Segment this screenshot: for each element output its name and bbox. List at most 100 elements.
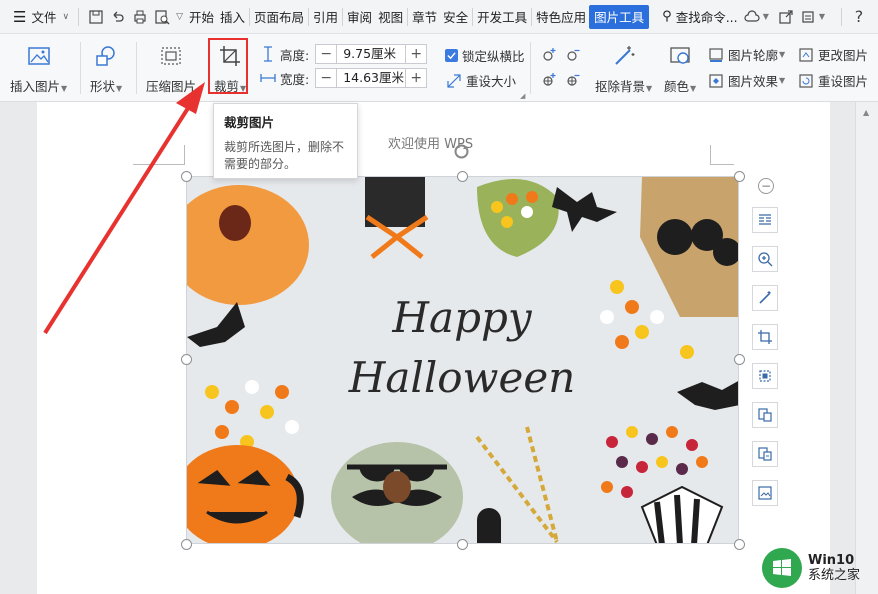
more-image-tools-button[interactable] [752,480,778,506]
header-margin-mark-right [710,145,734,165]
vertical-scrollbar[interactable]: ▲ [855,102,878,594]
divider [249,7,251,26]
watermark-line2: 系统之家 [808,568,861,583]
crop-quick-button[interactable] [752,324,778,350]
image-edit-icon [758,486,772,500]
height-decrease-button[interactable]: − [316,45,336,63]
change-image-button[interactable]: 更改图片 [798,45,868,64]
resize-handle-top[interactable] [457,171,468,182]
contrast-down-icon[interactable] [564,71,582,89]
more-quick-access[interactable]: ▽ [173,5,186,29]
chevron-down-icon: ▼ [779,76,786,85]
halloween-image: Happy Halloween [187,177,738,543]
chevron-down-icon: ▼ [690,84,697,93]
compress-icon [157,42,185,70]
contrast-up-icon[interactable] [540,71,558,89]
image-translate-button[interactable] [752,402,778,428]
tab-page-layout[interactable]: 页面布局 [251,5,307,29]
reset-size-button[interactable]: 重设大小 [446,71,516,90]
image-to-text-button[interactable] [752,363,778,389]
print-preview-icon[interactable] [151,6,173,28]
width-input[interactable]: 14.63厘米 [336,69,407,87]
file-menu[interactable]: ☰ 文件 ∨ [10,5,72,29]
compress-image-button[interactable]: 压缩图片 [146,42,196,95]
change-image-icon [799,47,813,62]
tab-view[interactable]: 视图 [375,5,406,29]
divider [342,7,344,26]
scroll-up-icon[interactable]: ▲ [863,108,869,117]
image-outline-label: 图片轮廓 [728,48,779,63]
width-stepper[interactable]: − 14.63厘米 + [315,68,428,88]
brightness-up-icon[interactable] [540,46,558,64]
resize-handle-left[interactable] [181,354,192,365]
cloud-sync-icon[interactable] [741,6,763,28]
zoom-in-icon [758,252,773,267]
tab-developer[interactable]: 开发工具 [474,5,530,29]
more-options-icon[interactable] [797,6,819,28]
resize-handle-bottom[interactable] [457,539,468,550]
undo-icon[interactable] [107,6,129,28]
tab-special[interactable]: 特色应用 [533,5,589,29]
insert-image-button[interactable]: 插入图片▼ [10,42,67,95]
shape-button[interactable]: 形状▼ [90,42,122,95]
magic-wand-icon [759,291,771,304]
tab-security[interactable]: 安全 [440,5,471,29]
tooltip-body: 裁剪所选图片，删除不需要的部分。 [224,140,345,171]
save-icon[interactable] [85,6,107,28]
tab-review[interactable]: 审阅 [344,5,375,29]
tab-home[interactable]: 开始 [186,5,217,29]
crop-highlight-box [208,38,248,94]
width-increase-button[interactable]: + [406,69,426,87]
resize-handle-top-right[interactable] [734,171,745,182]
brightness-down-icon[interactable] [564,46,582,64]
selected-image[interactable]: Happy Halloween [186,176,739,544]
search-command-label: 查找命令... [675,10,738,25]
reset-image-icon [799,73,813,88]
windows-logo-icon [762,548,802,588]
rotate-handle-icon[interactable] [453,143,470,160]
color-button[interactable]: 颜色▼ [664,42,696,95]
search-command[interactable]: ⚲ 查找命令... [659,5,740,29]
tab-chapter[interactable]: 章节 [409,5,440,29]
remove-background-button[interactable]: 抠除背景▼ [595,42,652,95]
resize-handle-right[interactable] [734,354,745,365]
tooltip-title: 裁剪图片 [224,115,275,130]
help-icon[interactable]: ? [848,6,870,28]
divider [472,7,474,26]
resize-handle-bottom-right[interactable] [734,539,745,550]
image-effect-label: 图片效果 [728,74,779,89]
zoom-image-button[interactable] [752,246,778,272]
divider [80,42,81,94]
collapse-toolbar-icon[interactable]: − [758,178,774,194]
ribbon-group-expand-icon[interactable]: ◢ [520,92,525,100]
tab-insert[interactable]: 插入 [217,5,248,29]
layout-options-button[interactable] [752,207,778,233]
image-effect-button[interactable]: 图片效果 ▼ [708,71,785,90]
reset-image-label: 重设图片 [818,74,869,89]
height-row: 高度: − 9.75厘米 + [260,44,428,64]
lock-ratio-checkbox[interactable]: 锁定纵横比 [445,46,525,65]
height-stepper[interactable]: − 9.75厘米 + [315,44,428,64]
divider [407,7,409,26]
tab-references[interactable]: 引用 [310,5,341,29]
tab-picture-tools[interactable]: 图片工具 [589,4,650,29]
share-icon[interactable] [775,6,797,28]
chevron-down-icon: ▼ [762,12,769,21]
image-text-happy: Happy [391,293,532,342]
height-input[interactable]: 9.75厘米 [336,45,407,63]
remove-bg-quick-button[interactable] [752,285,778,311]
resize-handle-bottom-left[interactable] [181,539,192,550]
reset-image-button[interactable]: 重设图片 [798,71,868,90]
image-to-pdf-button[interactable] [752,441,778,467]
height-increase-button[interactable]: + [406,45,426,63]
resize-handle-top-left[interactable] [181,171,192,182]
shape-label: 形状 [90,79,116,94]
width-decrease-button[interactable]: − [316,69,336,87]
print-icon[interactable] [129,6,151,28]
pumpkin-stem [219,205,251,241]
image-outline-button[interactable]: 图片轮廓 ▼ [708,45,785,64]
menu-bar: ☰ 文件 ∨ ▽ 开始 插入 页面布局 引用 审阅 视图 章节 安全 开发工具 … [0,0,878,34]
color-palette-icon [666,42,694,70]
chevron-down-icon: ∨ [62,11,70,22]
image-icon [25,42,53,70]
